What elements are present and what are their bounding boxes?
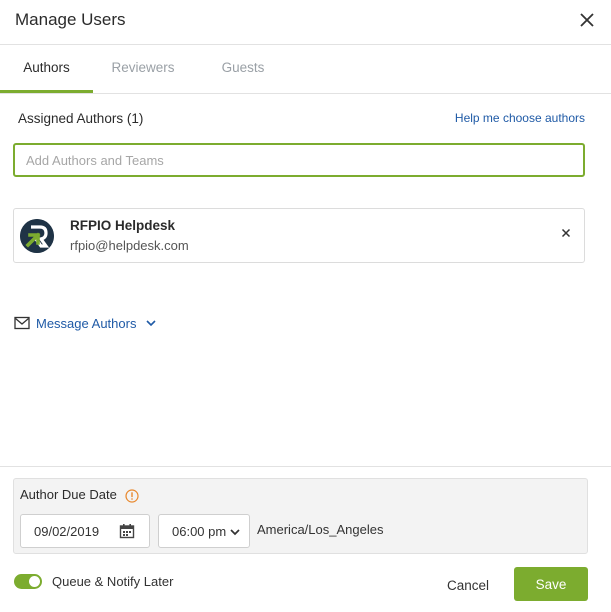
tab-guests[interactable]: Guests — [210, 45, 276, 93]
chevron-down-icon — [230, 529, 240, 536]
due-date-label: Author Due Date — [20, 487, 117, 502]
cancel-button[interactable]: Cancel — [438, 575, 498, 595]
calendar-icon[interactable] — [119, 523, 135, 539]
tab-reviewers[interactable]: Reviewers — [100, 45, 186, 93]
queue-notify-toggle[interactable] — [14, 574, 42, 589]
dialog-title: Manage Users — [15, 10, 126, 29]
assigned-authors-label: Assigned Authors (1) — [18, 111, 144, 126]
chevron-down-icon — [146, 320, 157, 327]
tab-authors[interactable]: Authors — [0, 45, 93, 93]
message-authors-toggle[interactable]: Message Authors — [14, 313, 157, 333]
dialog-header: Manage Users — [0, 0, 611, 45]
toggle-knob — [29, 576, 40, 587]
due-date-value: 09/02/2019 — [34, 524, 100, 539]
author-email: rfpio@helpdesk.com — [70, 238, 189, 253]
author-card: RFPIO Helpdesk rfpio@helpdesk.com — [13, 208, 585, 263]
author-name: RFPIO Helpdesk — [70, 218, 176, 233]
save-button[interactable]: Save — [514, 567, 588, 601]
due-time-select[interactable]: 06:00 pm — [158, 514, 250, 548]
tab-bar: Authors Reviewers Guests — [0, 45, 611, 94]
timezone-label: America/Los_Angeles — [257, 522, 384, 537]
close-icon[interactable] — [577, 10, 597, 30]
info-icon[interactable] — [125, 489, 139, 503]
due-date-field[interactable]: 09/02/2019 — [20, 514, 150, 548]
due-time-value: 06:00 pm — [172, 524, 227, 539]
mail-icon — [14, 316, 30, 330]
remove-author-icon[interactable] — [560, 227, 572, 239]
due-date-panel: Author Due Date 09/02/2019 06:00 pm Amer… — [13, 478, 588, 554]
help-choose-authors-link[interactable]: Help me choose authors — [455, 111, 585, 125]
queue-notify-label: Queue & Notify Later — [52, 574, 174, 589]
rfpio-logo-icon — [20, 219, 54, 253]
add-authors-input[interactable] — [13, 143, 585, 177]
footer-divider — [0, 466, 611, 467]
message-authors-label: Message Authors — [36, 315, 137, 331]
